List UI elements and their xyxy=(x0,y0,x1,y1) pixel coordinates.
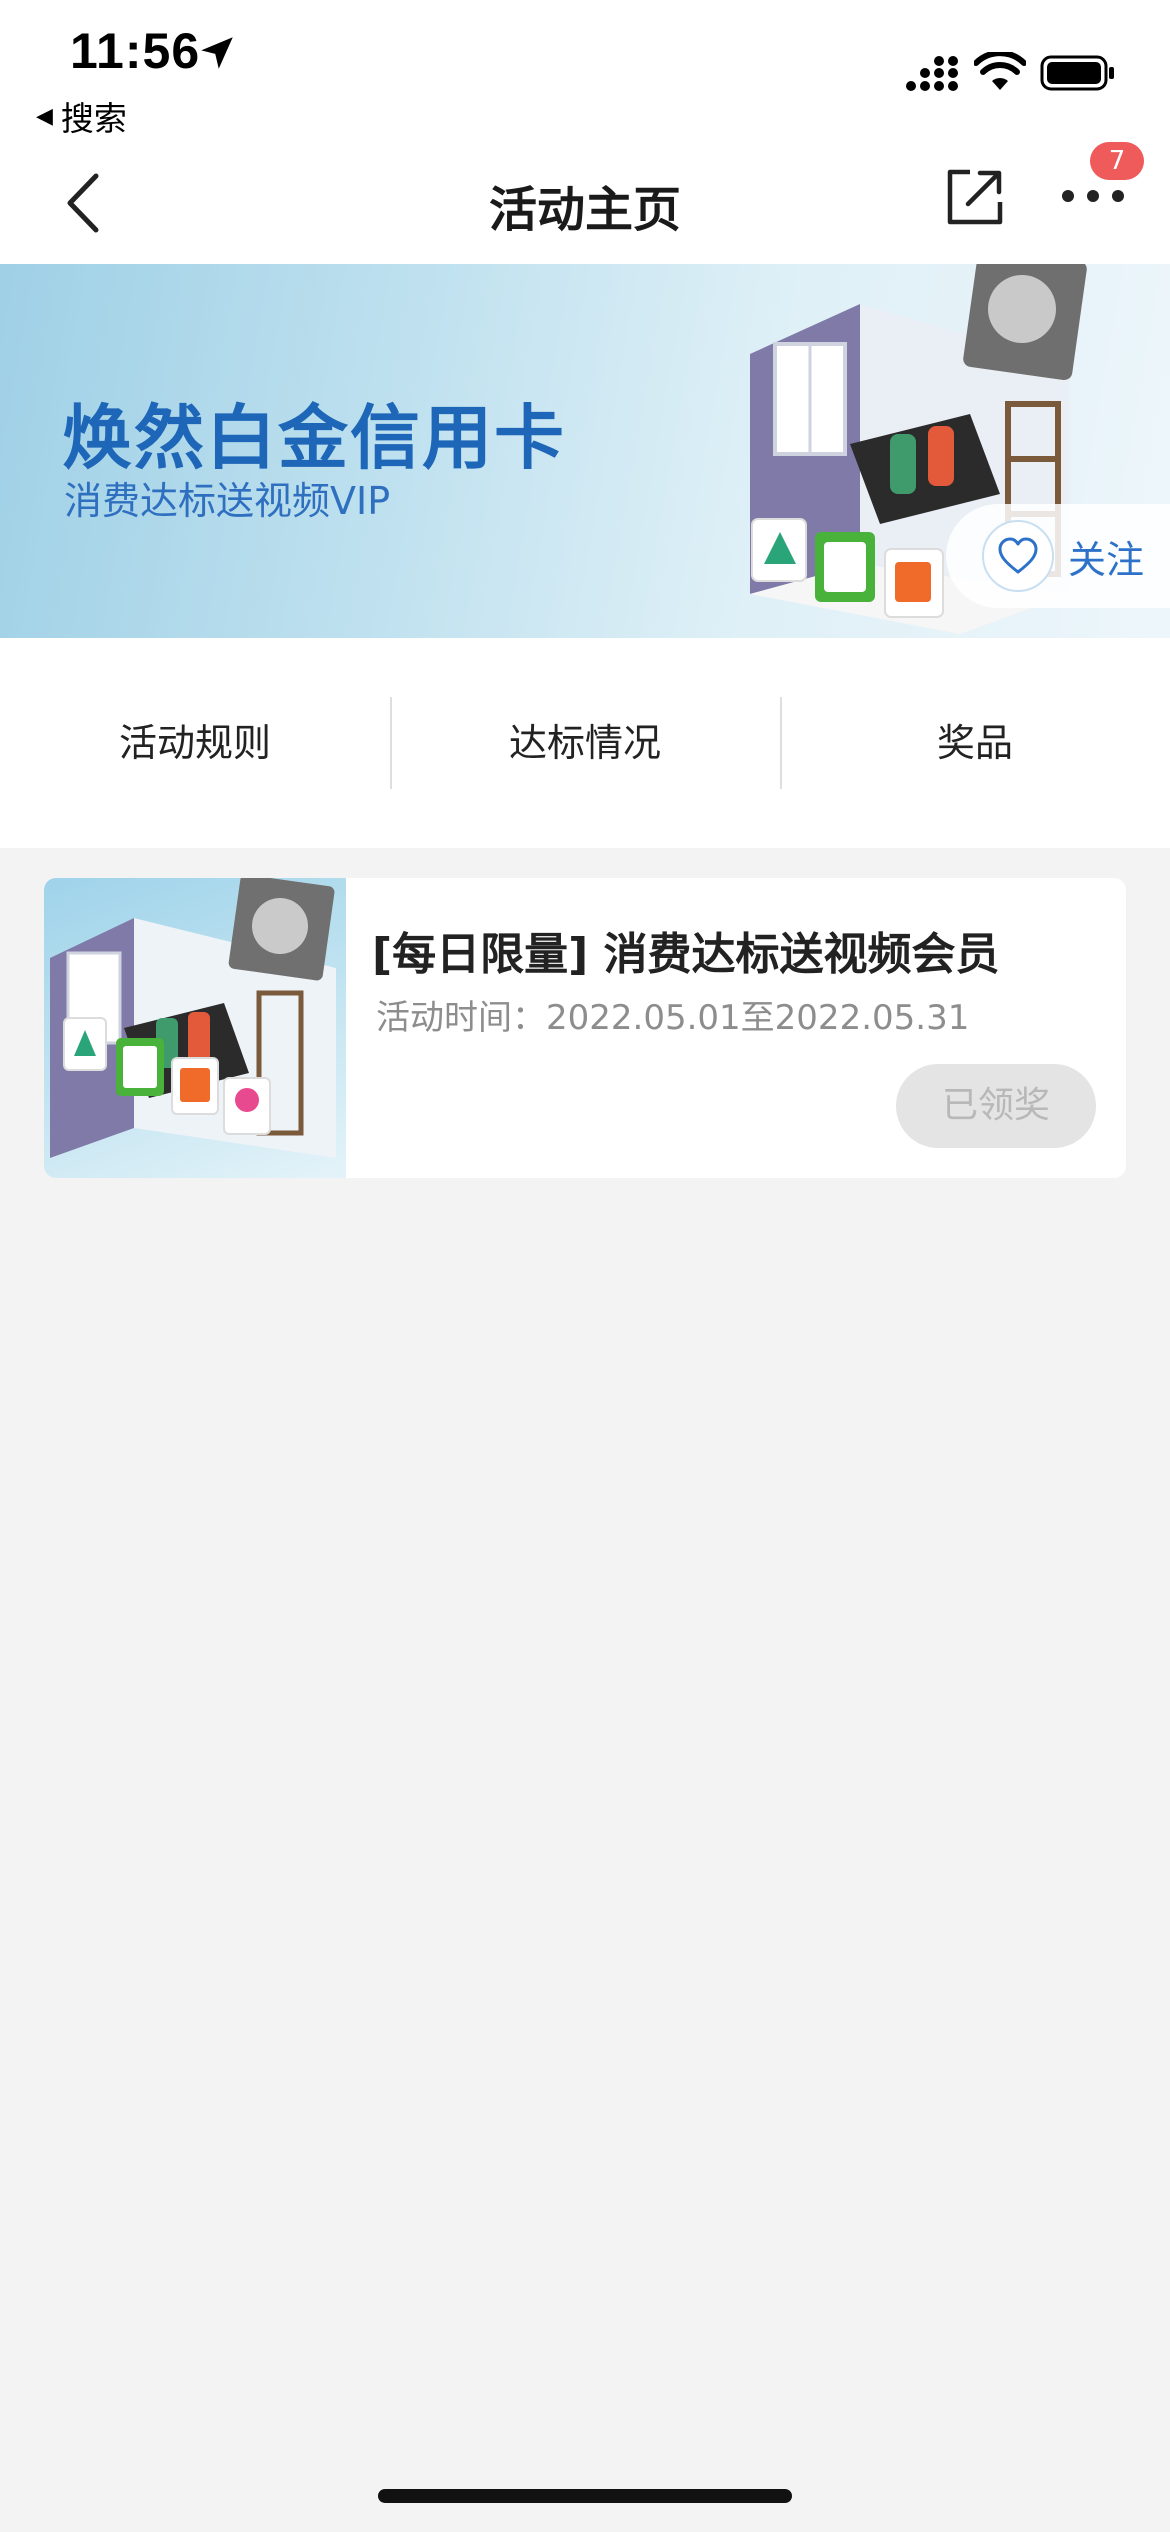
claimed-prize-button[interactable]: 已领奖 xyxy=(896,1064,1096,1148)
activity-card[interactable]: [每日限量] 消费达标送视频会员 活动时间：2022.05.01至2022.05… xyxy=(44,878,1126,1178)
tab-activity-rules[interactable]: 活动规则 xyxy=(0,697,390,789)
banner-title: 焕然白金信用卡 xyxy=(62,397,566,479)
status-time: 11:56 xyxy=(70,23,201,79)
tab-bar: 活动规则 达标情况 奖品 xyxy=(0,638,1170,848)
more-icon[interactable] xyxy=(1060,180,1126,210)
activity-title: [每日限量] 消费达标送视频会员 xyxy=(372,929,1000,980)
banner-subtitle: 消费达标送视频VIP xyxy=(64,479,391,523)
back-to-app-button[interactable]: ◀ 搜索 xyxy=(36,92,127,140)
status-bar: 11:56 ◀ 搜索 xyxy=(0,0,1170,140)
follow-button[interactable]: 关注 xyxy=(946,504,1170,608)
notification-badge: 7 xyxy=(1090,142,1144,180)
cellular-signal-icon xyxy=(906,56,958,91)
location-arrow-icon xyxy=(201,37,233,69)
home-indicator[interactable] xyxy=(378,2489,792,2503)
battery-icon xyxy=(1040,55,1114,91)
tab-qualification-status[interactable]: 达标情况 xyxy=(390,697,780,789)
back-triangle-icon: ◀ xyxy=(36,103,53,129)
navigation-bar: 活动主页 7 xyxy=(0,140,1170,264)
heart-icon xyxy=(982,520,1054,592)
activity-thumbnail xyxy=(44,878,346,1178)
back-to-app-label: 搜索 xyxy=(60,99,127,138)
wifi-icon xyxy=(974,52,1026,90)
share-icon[interactable] xyxy=(944,166,1006,228)
activity-time: 活动时间：2022.05.01至2022.05.31 xyxy=(376,998,970,1038)
tab-prizes[interactable]: 奖品 xyxy=(780,697,1170,789)
promo-banner[interactable]: 焕然白金信用卡 消费达标送视频VIP 关注 xyxy=(0,264,1170,638)
follow-label: 关注 xyxy=(1068,537,1145,582)
